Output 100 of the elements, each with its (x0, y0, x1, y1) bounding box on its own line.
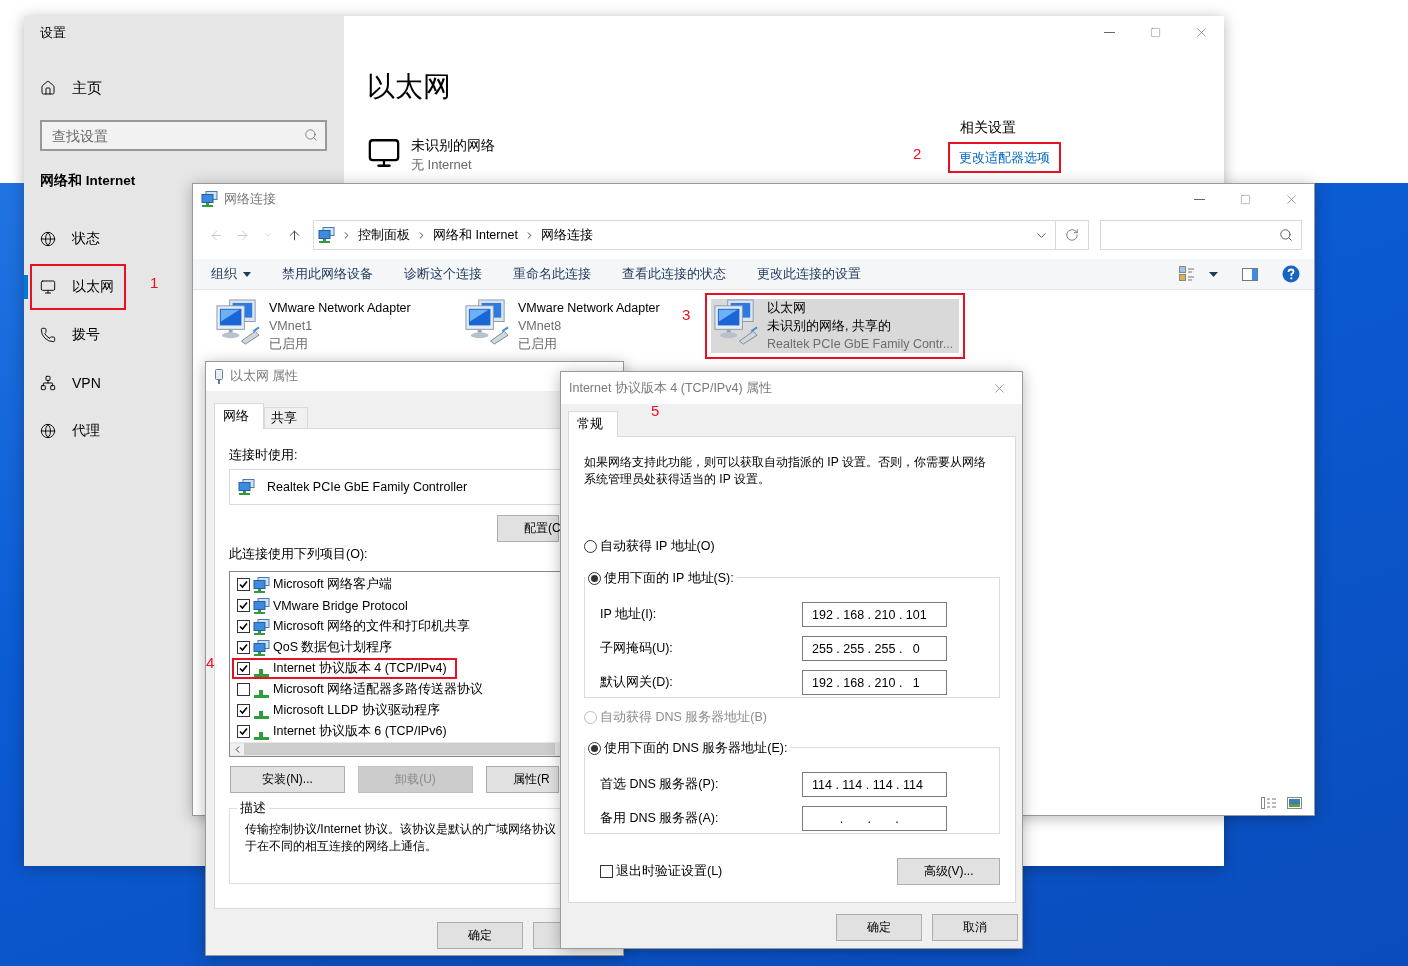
related-settings-heading: 相关设置 (960, 118, 1016, 136)
list-item[interactable]: Internet 协议版本 4 (TCP/IPv4) (232, 658, 457, 679)
toolbar-button[interactable]: 更改此连接的设置 (757, 265, 861, 283)
advanced-button[interactable]: 高级(V)... (897, 858, 1000, 885)
intro-text: 如果网络支持此功能，则可以获取自动指派的 IP 设置。否则，你需要从网络系统管理员处获得适当的 IP 设置。 (584, 454, 987, 488)
search-field[interactable]: 查找设置 (40, 120, 327, 151)
checkbox[interactable] (237, 641, 250, 654)
adapter-name: Realtek PCIe GbE Family Controller (267, 480, 468, 494)
adapter-item[interactable]: 以太网 未识别的网络, 共享的 Realtek PCIe GbE Family Contr... (705, 293, 966, 359)
network-service-icon (253, 618, 270, 635)
window-title: 网络连接 (224, 190, 276, 208)
list-item[interactable]: Microsoft LLDP 协议驱动程序 (232, 700, 450, 721)
home-icon (40, 80, 56, 96)
help-icon[interactable] (1282, 265, 1300, 283)
control-panel-icon (318, 227, 335, 243)
step-number: 3 (682, 306, 691, 324)
field-label: 首选 DNS 服务器(P): (600, 776, 719, 793)
scrollbar[interactable] (230, 742, 561, 756)
dialog-title: 以太网 属性 (230, 368, 299, 385)
adapter-detail: VMnet8 (518, 318, 562, 335)
search-icon (304, 128, 318, 142)
description-text: 于在不同的相互连接的网络上通信。 (245, 838, 437, 855)
checkbox[interactable] (237, 599, 250, 612)
checkbox[interactable] (237, 725, 250, 738)
step-number: 1 (150, 274, 159, 292)
adapter-icon (238, 479, 255, 495)
toolbar-button[interactable]: 查看此连接的状态 (622, 265, 726, 283)
radio-button[interactable] (584, 540, 597, 553)
checkbox[interactable] (237, 704, 250, 717)
globe-icon (40, 231, 56, 247)
network-service-icon (253, 576, 270, 593)
details-view-icon[interactable] (1261, 797, 1277, 809)
radio-button[interactable] (588, 742, 601, 755)
address-bar[interactable]: 控制面板 网络和 Internet 网络连接 (313, 220, 1089, 250)
radio-option[interactable]: 使用下面的 IP 地址(S): (588, 571, 734, 586)
window-title: 设置 (40, 26, 66, 41)
sidebar-item[interactable]: VPN (30, 360, 113, 406)
adapter-name: 以太网 (767, 300, 806, 317)
ip-address-field[interactable]: . . . (802, 806, 947, 831)
ok-button[interactable]: 确定 (836, 914, 922, 941)
breadcrumb-item[interactable]: 控制面板 (358, 226, 410, 244)
search-icon (1279, 228, 1293, 242)
ip-address-field[interactable]: 192 . 168 . 210 . 101 (802, 602, 947, 627)
description-text: 传输控制协议/Internet 协议。该协议是默认的广域网络协议 (245, 821, 557, 838)
toolbar-button[interactable]: 诊断这个连接 (404, 265, 482, 283)
radio-button[interactable] (588, 572, 601, 585)
tab[interactable]: 网络 (214, 403, 264, 429)
checkbox[interactable] (237, 662, 250, 675)
adapter-item[interactable]: VMware Network Adapter VMnet1 已启用 (207, 293, 427, 359)
sidebar-item[interactable]: 状态 (30, 216, 112, 262)
checkbox[interactable] (237, 578, 250, 591)
sidebar-item[interactable]: 代理 (30, 408, 112, 454)
tab[interactable]: 共享 (264, 407, 308, 429)
checkbox[interactable] (237, 620, 250, 633)
preview-pane-icon[interactable] (1242, 267, 1258, 281)
protocol-icon (254, 689, 269, 698)
protocol-icon (254, 668, 269, 677)
validate-option[interactable]: 退出时验证设置(L) (600, 863, 723, 880)
breadcrumb-item[interactable]: 网络连接 (540, 226, 593, 244)
network-name: 未识别的网络 (411, 136, 495, 155)
adapter-item[interactable]: VMware Network Adapter VMnet8 已启用 (456, 293, 676, 359)
caret-icon (263, 230, 273, 240)
tab[interactable]: 常规 (568, 411, 618, 437)
list-item[interactable]: QoS 数据包计划程序 (232, 637, 403, 658)
page-title: 以太网 (367, 70, 451, 104)
organize-menu[interactable]: 组织 (211, 265, 251, 283)
checkbox[interactable] (600, 865, 613, 878)
network-icon (40, 375, 56, 391)
checkbox[interactable] (237, 683, 250, 696)
dialog-button[interactable]: 属性(R (486, 766, 559, 793)
list-item[interactable]: Microsoft 网络客户端 (232, 574, 403, 595)
large-icons-view-icon[interactable] (1287, 797, 1302, 809)
home-link[interactable]: 主页 (40, 76, 102, 100)
adapter-options-link[interactable]: 更改适配器选项 (959, 150, 1050, 165)
adapter-detail: VMnet1 (269, 318, 313, 335)
list-item[interactable]: Microsoft 网络的文件和打印机共享 (232, 616, 481, 637)
toolbar-button[interactable]: 禁用此网络设备 (282, 265, 373, 283)
configure-button[interactable]: 配置(C (497, 515, 559, 542)
sidebar-item[interactable]: 拨号 (30, 312, 112, 358)
section-heading: 网络和 Internet (40, 173, 136, 189)
connect-using-label: 连接时使用: (229, 448, 298, 463)
maximize-icon (1149, 26, 1161, 38)
network-adapter-icon (464, 299, 510, 345)
breadcrumb-item[interactable]: 网络和 Internet (433, 226, 518, 244)
view-options-icon[interactable] (1179, 266, 1195, 282)
ok-button[interactable]: 确定 (437, 922, 523, 949)
list-item[interactable]: Internet 协议版本 6 (TCP/IPv6) (232, 721, 457, 742)
group-label: 描述 (239, 800, 267, 817)
caret-icon[interactable] (1209, 271, 1218, 277)
ip-address-field[interactable]: 114 . 114 . 114 . 114 (802, 772, 947, 797)
list-item[interactable]: Microsoft 网络适配器多路传送器协议 (232, 679, 494, 700)
list-item[interactable]: VMware Bridge Protocol (232, 595, 418, 616)
toolbar-button[interactable]: 重命名此连接 (513, 265, 591, 283)
field-label: IP 地址(I): (600, 606, 657, 623)
ip-address-field[interactable]: 192 . 168 . 210 . 1 (802, 670, 947, 695)
radio-option[interactable]: 自动获得 IP 地址(O) (584, 539, 715, 554)
cancel-button[interactable]: 取消 (932, 914, 1018, 941)
radio-option[interactable]: 使用下面的 DNS 服务器地址(E): (588, 741, 788, 756)
ip-address-field[interactable]: 255 . 255 . 255 . 0 (802, 636, 947, 661)
dialog-button[interactable]: 安装(N)... (230, 766, 345, 793)
